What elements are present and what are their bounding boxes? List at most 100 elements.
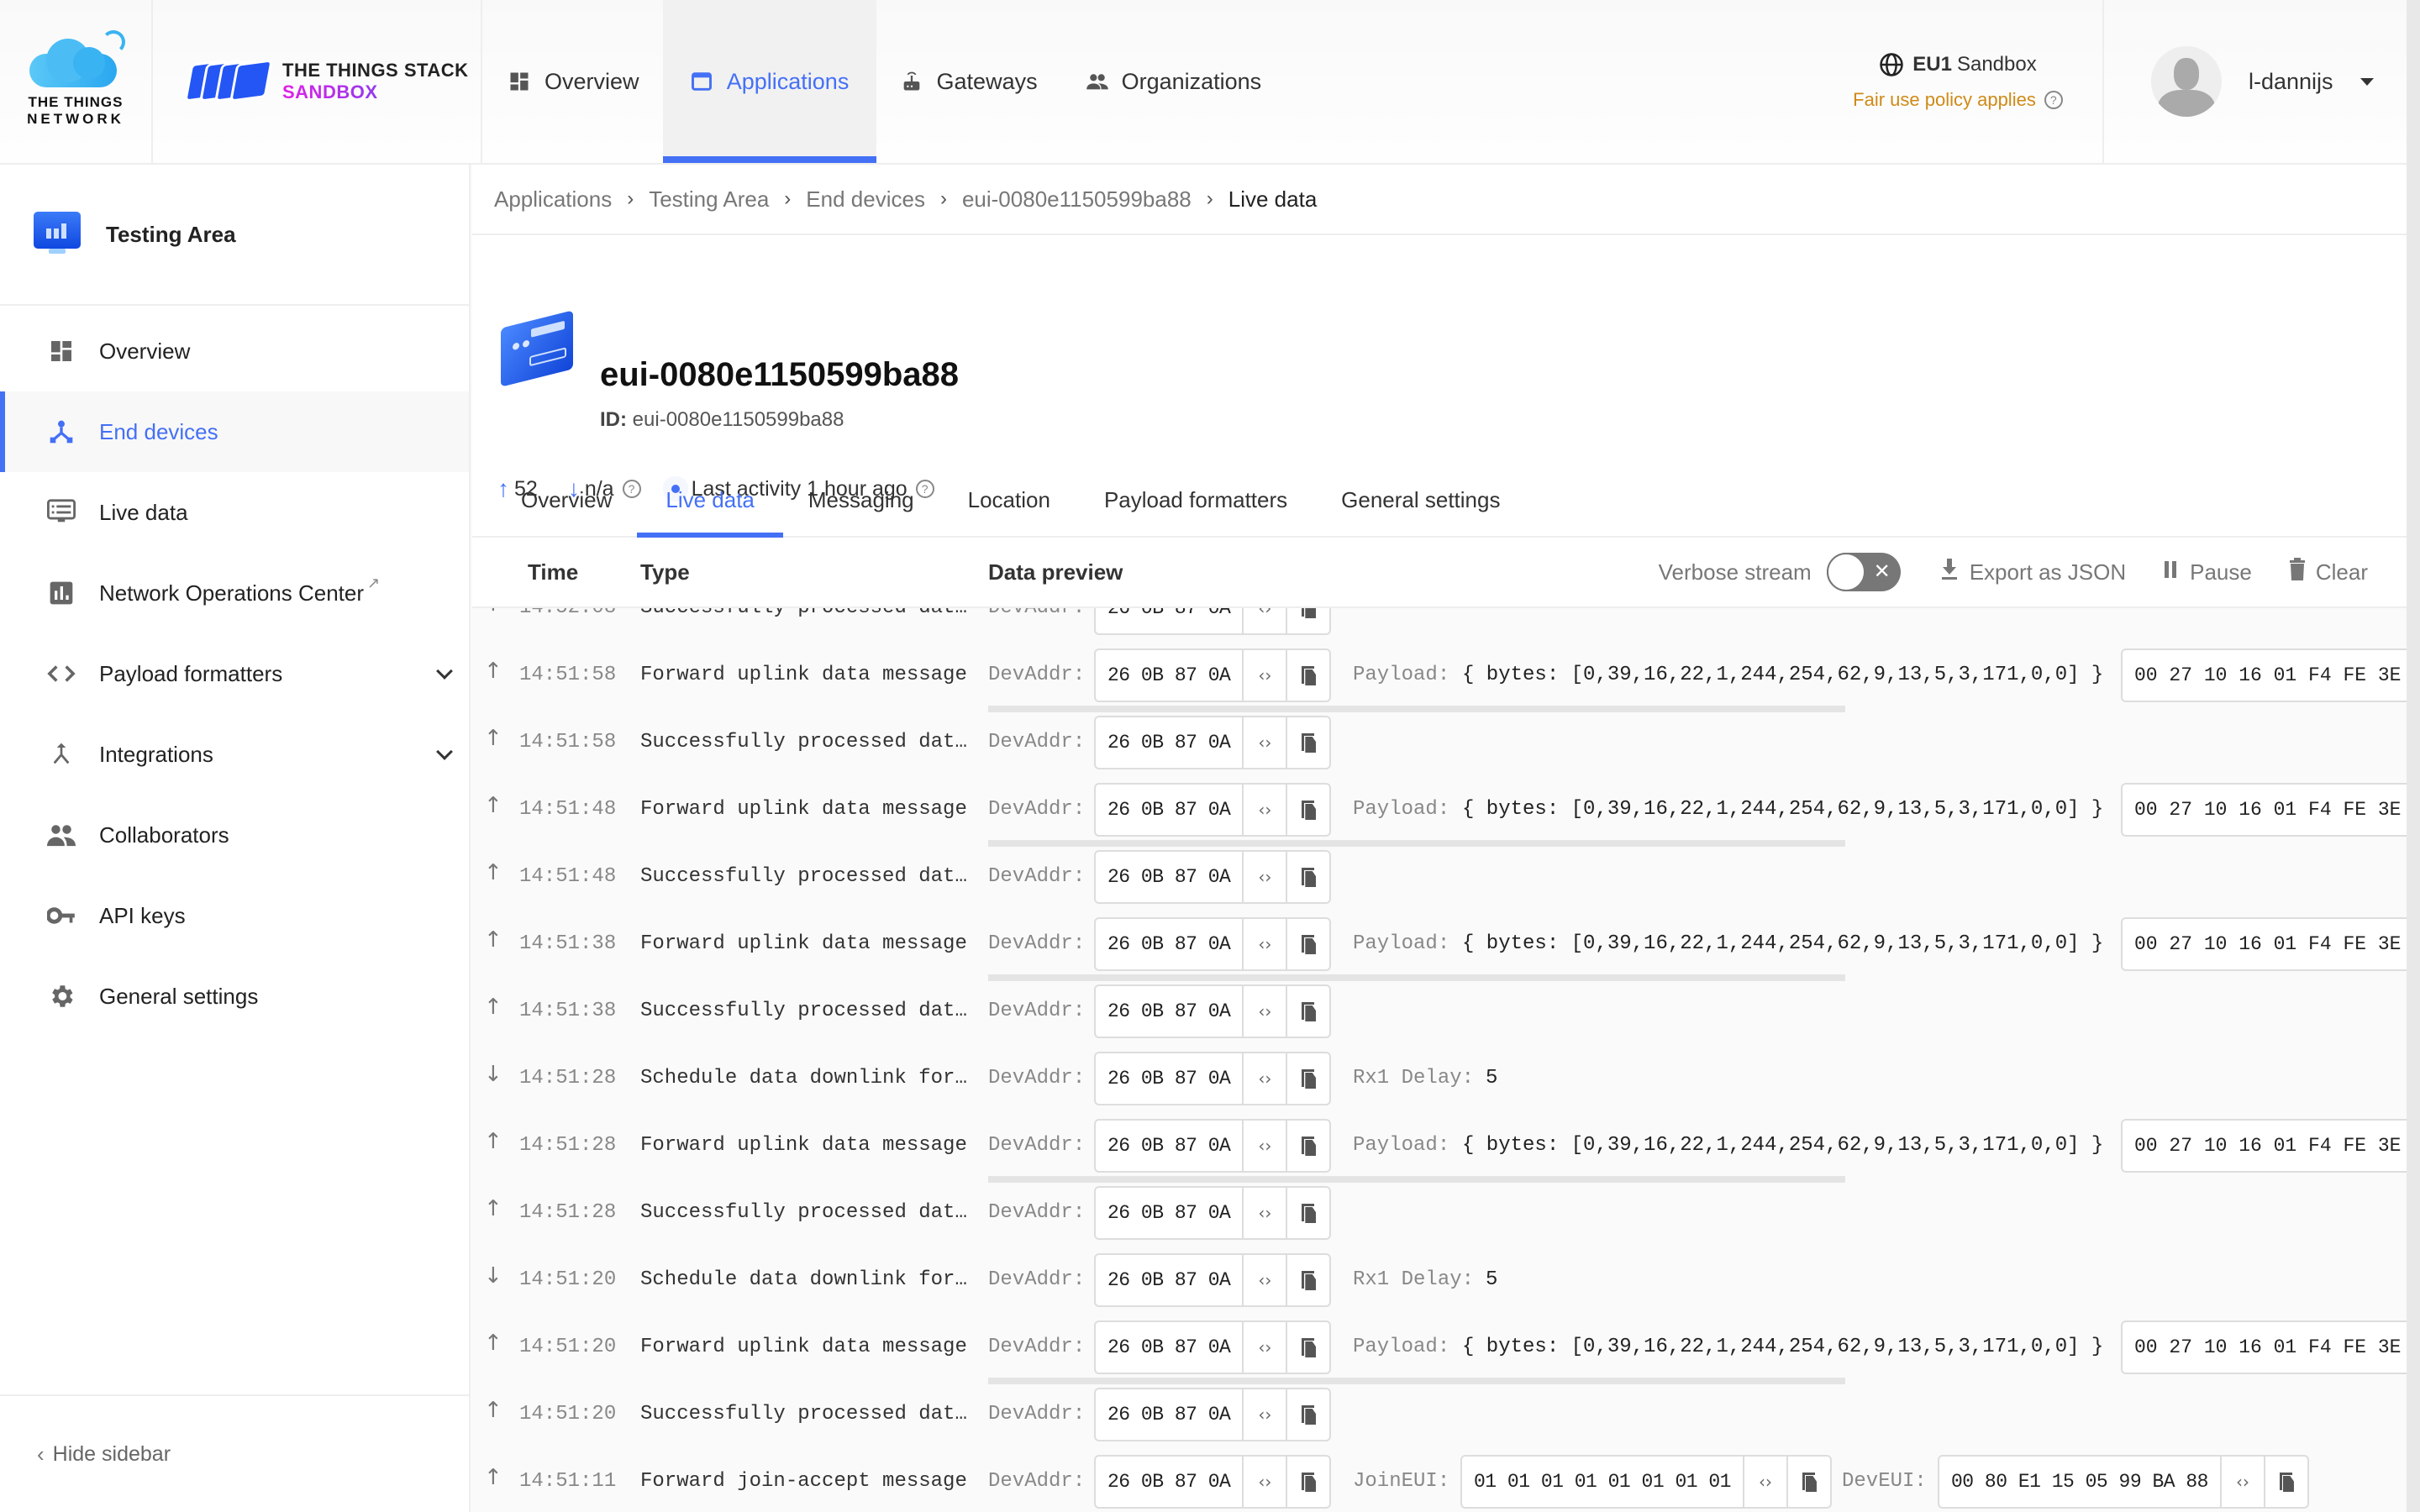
tab-payload-formatters[interactable]: Payload formatters — [1101, 470, 1291, 536]
copy-button[interactable] — [1286, 919, 1329, 969]
events-list[interactable]: ↑14:52:08Successfully processed dat…DevA… — [472, 608, 2407, 1512]
page-scrollbar[interactable] — [2407, 0, 2420, 1512]
event-row[interactable]: ↑ 14:51:20 Forward uplink data message DevA… — [472, 1315, 2407, 1384]
breadcrumb-testing-area[interactable]: Testing Area — [649, 186, 769, 213]
devaddr-value[interactable]: 26 0B 87 0A — [1096, 785, 1242, 835]
devaddr-value[interactable]: 26 0B 87 0A — [1096, 1053, 1242, 1104]
event-row[interactable]: ↑ 14:51:58 Successfully processed dat… DevA… — [472, 711, 2407, 778]
nav-applications[interactable]: Applications — [662, 0, 876, 163]
ttn-logo[interactable]: THE THINGS NETWORK — [0, 0, 153, 163]
devaddr-value[interactable]: 26 0B 87 0A — [1096, 608, 1242, 633]
sidebar-item-api-keys[interactable]: API keys — [0, 875, 469, 956]
verbose-stream-toggle[interactable]: ✕ — [1826, 553, 1901, 591]
export-json-button[interactable]: Export as JSON — [1939, 558, 2126, 586]
copy-button[interactable] — [1286, 852, 1329, 902]
sidebar-item-payload-formatters[interactable]: Payload formatters — [0, 633, 469, 714]
toggle-format-button[interactable]: ‹› — [1242, 785, 1286, 835]
toggle-format-button[interactable]: ‹› — [1242, 650, 1286, 701]
devaddr-value[interactable]: 26 0B 87 0A — [1096, 1457, 1242, 1507]
event-row[interactable]: ↓ 14:51:20 Schedule data downlink for… DevA… — [472, 1248, 2407, 1315]
tab-location[interactable]: Location — [965, 470, 1054, 536]
chevron-down-icon[interactable] — [436, 743, 453, 760]
joineui-value[interactable]: 01 01 01 01 01 01 01 01 — [1462, 1457, 1743, 1507]
toggle-format-button[interactable]: ‹› — [1242, 1188, 1286, 1238]
sidebar-item-overview[interactable]: Overview — [0, 311, 469, 391]
user-dropdown[interactable]: l-dannijs — [2102, 0, 2407, 163]
devaddr-value[interactable]: 26 0B 87 0A — [1096, 650, 1242, 701]
toggle-format-button[interactable]: ‹› — [1242, 1121, 1286, 1171]
devaddr-value[interactable]: 26 0B 87 0A — [1096, 1322, 1242, 1373]
copy-button[interactable] — [1286, 650, 1329, 701]
pause-button[interactable]: Pause — [2163, 559, 2252, 585]
devaddr-value[interactable]: 26 0B 87 0A — [1096, 986, 1242, 1037]
toggle-format-button[interactable]: ‹› — [2219, 1457, 2264, 1507]
copy-button[interactable] — [1286, 717, 1329, 768]
devaddr-value[interactable]: 26 0B 87 0A — [1096, 1389, 1242, 1440]
toggle-format-button[interactable]: ‹› — [1242, 608, 1286, 633]
devaddr-value[interactable]: 26 0B 87 0A — [1096, 1255, 1242, 1305]
breadcrumb-device[interactable]: eui-0080e1150599ba88 — [962, 186, 1192, 213]
tts-sandbox-logo[interactable]: THE THINGS STACK SANDBOX — [155, 0, 482, 163]
sidebar-item-live-data[interactable]: Live data — [0, 472, 469, 553]
toggle-format-button[interactable]: ‹› — [1242, 717, 1286, 768]
event-row[interactable]: ↑ 14:51:48 Successfully processed dat… DevA… — [472, 845, 2407, 912]
breadcrumb-applications[interactable]: Applications — [494, 186, 612, 213]
deveui-value[interactable]: 00 80 E1 15 05 99 BA 88 — [1939, 1457, 2220, 1507]
payload-hex[interactable]: 00 27 10 16 01 F4 FE 3E 09 — [2121, 1320, 2407, 1374]
event-row[interactable]: ↑ 14:51:28 Forward uplink data message DevA… — [472, 1114, 2407, 1183]
toggle-format-button[interactable]: ‹› — [1242, 852, 1286, 902]
toggle-format-button[interactable]: ‹› — [1242, 919, 1286, 969]
payload-hex[interactable]: 00 27 10 16 01 F4 FE 3E 09 — [2121, 1119, 2407, 1173]
fair-use-link[interactable]: Fair use policy applies — [1853, 89, 2036, 111]
payload-hex[interactable]: 00 27 10 16 01 F4 FE 3E 09 — [2121, 648, 2407, 702]
copy-button[interactable] — [1286, 1053, 1329, 1104]
copy-button[interactable] — [1286, 1457, 1329, 1507]
event-row[interactable]: ↑ 14:51:38 Forward uplink data message DevA… — [472, 912, 2407, 981]
devaddr-value[interactable]: 26 0B 87 0A — [1096, 919, 1242, 969]
payload-hex[interactable]: 00 27 10 16 01 F4 FE 3E 09 — [2121, 783, 2407, 837]
tab-messaging[interactable]: Messaging — [805, 470, 918, 536]
sidebar-item-integrations[interactable]: Integrations — [0, 714, 469, 795]
copy-button[interactable] — [1286, 986, 1329, 1037]
devaddr-value[interactable]: 26 0B 87 0A — [1096, 1121, 1242, 1171]
copy-button[interactable] — [1286, 1255, 1329, 1305]
devaddr-value[interactable]: 26 0B 87 0A — [1096, 852, 1242, 902]
sidebar-item-collaborators[interactable]: Collaborators — [0, 795, 469, 875]
devaddr-value[interactable]: 26 0B 87 0A — [1096, 717, 1242, 768]
tab-live-data[interactable]: Live data — [637, 470, 783, 538]
help-icon[interactable]: ? — [2044, 91, 2063, 109]
breadcrumb-end-devices[interactable]: End devices — [806, 186, 925, 213]
nav-gateways[interactable]: Gateways — [876, 0, 1061, 163]
devaddr-value[interactable]: 26 0B 87 0A — [1096, 1188, 1242, 1238]
hide-sidebar-button[interactable]: ‹ Hide sidebar — [0, 1394, 469, 1512]
toggle-format-button[interactable]: ‹› — [1242, 1457, 1286, 1507]
event-row[interactable]: ↑ 14:51:20 Successfully processed dat… DevA… — [472, 1383, 2407, 1450]
copy-button[interactable] — [1286, 608, 1329, 633]
sidebar-item-general-settings[interactable]: General settings — [0, 956, 469, 1037]
event-row[interactable]: ↑ 14:51:48 Forward uplink data message DevA… — [472, 778, 2407, 847]
event-row[interactable]: ↑ 14:51:58 Forward uplink data message DevA… — [472, 643, 2407, 712]
chevron-down-icon[interactable] — [436, 663, 453, 680]
clear-button[interactable]: Clear — [2289, 557, 2368, 587]
event-row[interactable]: ↓ 14:51:28 Schedule data downlink for… DevA… — [472, 1047, 2407, 1114]
nav-overview[interactable]: Overview — [484, 0, 663, 163]
toggle-format-button[interactable]: ‹› — [1742, 1457, 1786, 1507]
nav-organizations[interactable]: Organizations — [1061, 0, 1286, 163]
copy-button[interactable] — [2263, 1457, 2307, 1507]
copy-button[interactable] — [1286, 1322, 1329, 1373]
toggle-format-button[interactable]: ‹› — [1242, 1322, 1286, 1373]
copy-button[interactable] — [1286, 1188, 1329, 1238]
toggle-format-button[interactable]: ‹› — [1242, 1389, 1286, 1440]
copy-button[interactable] — [1286, 1121, 1329, 1171]
copy-button[interactable] — [1286, 785, 1329, 835]
toggle-format-button[interactable]: ‹› — [1242, 1255, 1286, 1305]
toggle-format-button[interactable]: ‹› — [1242, 986, 1286, 1037]
copy-button[interactable] — [1786, 1457, 1830, 1507]
toggle-format-button[interactable]: ‹› — [1242, 1053, 1286, 1104]
sidebar-item-network-operations-center[interactable]: Network Operations Center ↗ — [0, 553, 469, 633]
event-row[interactable]: ↑ 14:51:28 Successfully processed dat… DevA… — [472, 1181, 2407, 1248]
event-row[interactable]: ↑ 14:52:08 Successfully processed dat…DevA… — [472, 608, 2407, 643]
tab-general-settings[interactable]: General settings — [1338, 470, 1503, 536]
copy-button[interactable] — [1286, 1389, 1329, 1440]
event-row[interactable]: ↑ 14:51:38 Successfully processed dat… DevA… — [472, 979, 2407, 1047]
